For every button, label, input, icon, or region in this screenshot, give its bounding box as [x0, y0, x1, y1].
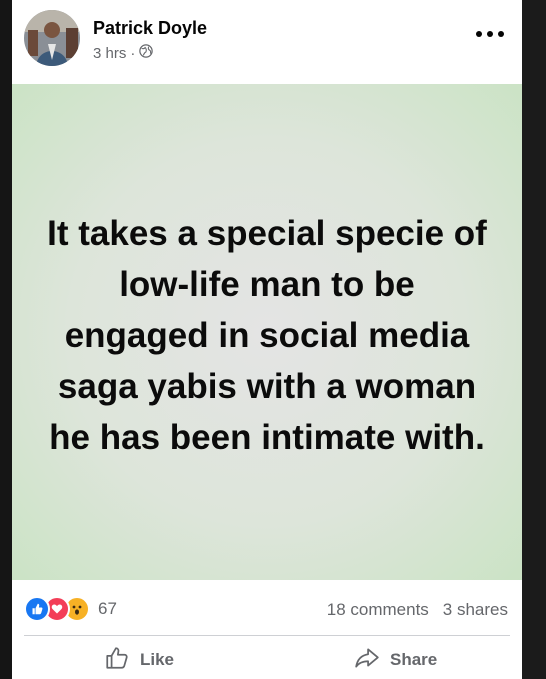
- like-button[interactable]: Like: [104, 641, 174, 679]
- shares-count[interactable]: 3 shares: [443, 600, 508, 619]
- engagement-counts: 18 comments 3 shares: [327, 600, 508, 620]
- post-text-background: It takes a special specie of low-life ma…: [12, 84, 522, 580]
- post-actions: Like Share: [12, 641, 522, 679]
- reactions-summary[interactable]: 67: [24, 596, 117, 622]
- share-arrow-icon: [354, 645, 390, 676]
- share-button[interactable]: Share: [354, 641, 437, 679]
- post-card: Patrick Doyle 3 hrs · It takes a special…: [12, 0, 522, 679]
- post-meta: 3 hrs ·: [93, 44, 154, 62]
- post-header: Patrick Doyle 3 hrs ·: [12, 0, 522, 84]
- reaction-count: 67: [98, 599, 117, 618]
- post-text: It takes a special specie of low-life ma…: [47, 213, 487, 457]
- avatar[interactable]: [24, 10, 80, 66]
- share-label: Share: [390, 650, 438, 669]
- post-time[interactable]: 3 hrs: [93, 45, 126, 62]
- post-stats: 67 18 comments 3 shares: [12, 588, 522, 628]
- more-options-icon[interactable]: [476, 26, 504, 42]
- author-name[interactable]: Patrick Doyle: [93, 18, 207, 39]
- thumbs-up-icon: [104, 645, 140, 676]
- like-reaction-icon: [24, 596, 50, 622]
- page-edge: [522, 0, 546, 679]
- action-divider: [24, 635, 510, 636]
- meta-separator: ·: [130, 44, 136, 62]
- like-label: Like: [140, 650, 175, 669]
- comments-count[interactable]: 18 comments: [327, 600, 429, 619]
- globe-icon: [139, 44, 154, 62]
